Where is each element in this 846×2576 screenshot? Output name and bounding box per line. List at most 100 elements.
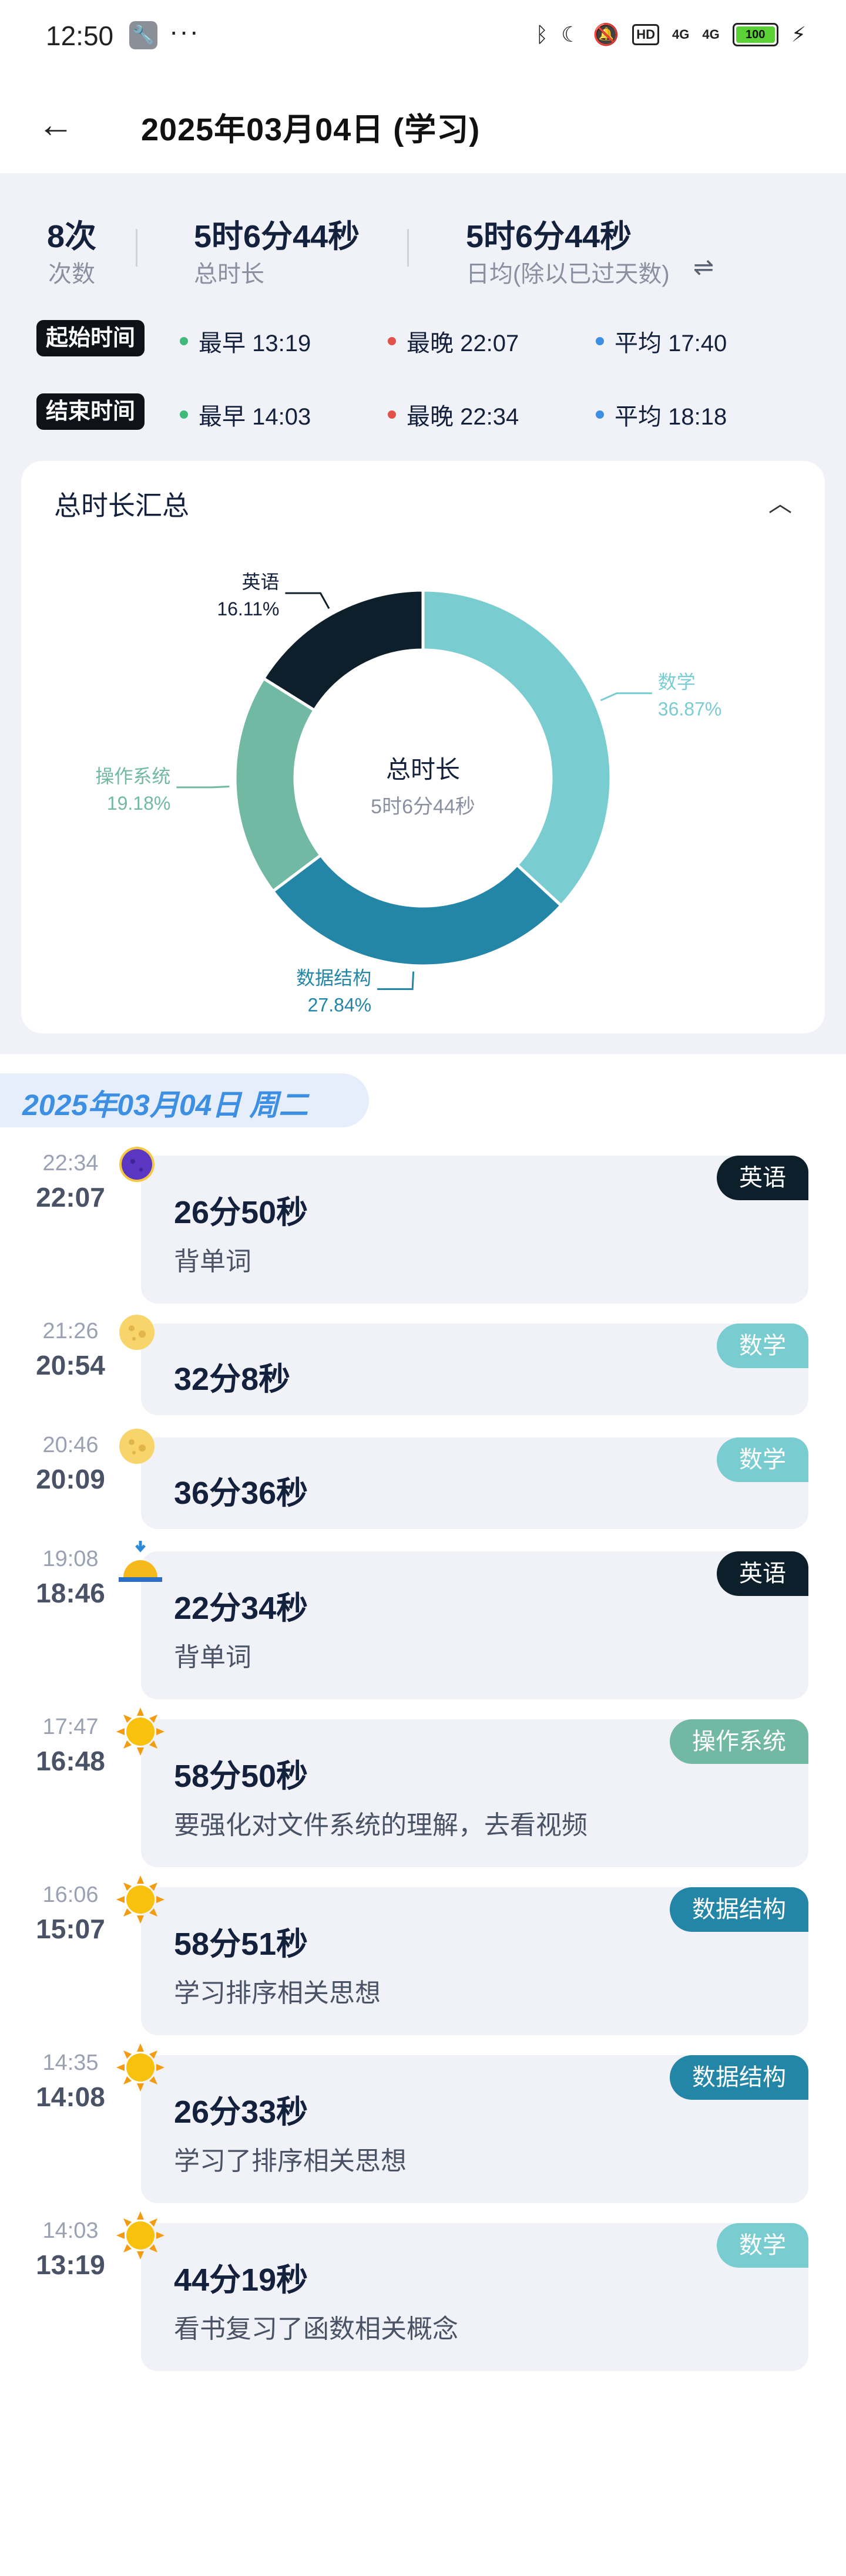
status-icons: ᛒ ☾ 🔕 HD 4G 4G 100 ⚡ (535, 22, 806, 47)
start-average-text: 平均 17:40 (615, 331, 727, 356)
subject-tag[interactable]: 数学 (717, 1324, 808, 1368)
subject-tag[interactable]: 数据结构 (670, 2055, 808, 2100)
sunset-icon (115, 1538, 166, 1589)
app-header: ← 2025年03月04日 (学习) (0, 76, 846, 173)
start-latest-text: 最晚 22:07 (407, 331, 519, 356)
end-time: 17:47 (42, 1715, 99, 1739)
swap-icon[interactable]: ⇌ (693, 252, 714, 281)
pie-slice-2[interactable] (233, 676, 323, 894)
leader-line-0 (600, 692, 652, 702)
pie-slice-0[interactable] (421, 588, 613, 908)
session-note: 背单词 (174, 1643, 251, 1672)
sun-icon (115, 1706, 166, 1757)
end-average: 平均 18:18 (596, 398, 727, 432)
divider (407, 229, 409, 267)
moon-icon: ☾ (561, 22, 580, 46)
end-time-tag: 结束时间 (36, 393, 145, 430)
session-card[interactable]: 58分51秒学习排序相关思想 数据结构 (141, 1887, 808, 2035)
blue-dot-icon (596, 337, 604, 345)
end-time: 14:03 (42, 2218, 99, 2243)
wrench-icon: 🔧 (129, 21, 157, 49)
green-dot-icon (180, 337, 188, 345)
session-note: 学习排序相关思想 (174, 1979, 381, 2008)
leader-line-3 (285, 592, 330, 610)
battery-level: 100 (736, 26, 775, 43)
date-header-text: 2025年03月04日 周二 (22, 1089, 308, 1122)
page-title: 2025年03月04日 (学习) (141, 112, 481, 147)
total-label: 总时长 (194, 261, 264, 287)
start-time: 20:09 (36, 1464, 105, 1494)
end-average-text: 平均 18:18 (615, 404, 727, 430)
end-time: 20:46 (42, 1433, 99, 1457)
start-time: 18:46 (36, 1578, 105, 1608)
session-card[interactable]: 36分36秒 数学 (141, 1437, 808, 1529)
start-earliest: 最早 13:19 (180, 324, 311, 358)
full-moon-icon (115, 1311, 166, 1361)
full-moon-icon (115, 1425, 166, 1475)
subject-tag[interactable]: 英语 (717, 1551, 808, 1596)
start-earliest-text: 最早 13:19 (199, 331, 311, 356)
sun-icon (115, 2042, 166, 2093)
session-duration: 44分19秒 (174, 2262, 308, 2298)
end-time: 14:35 (42, 2050, 99, 2075)
average-label: 日均(除以已过天数) (466, 261, 670, 287)
pie-slice-1[interactable] (271, 853, 563, 968)
slice-name-2: 操作系统 (95, 766, 170, 787)
start-time: 20:54 (36, 1350, 105, 1380)
average-value: 5时6分44秒 (466, 219, 632, 254)
clock: 12:50 (46, 21, 114, 51)
end-latest-text: 最晚 22:34 (407, 404, 519, 430)
bluetooth-icon: ᛒ (535, 22, 549, 46)
session-card[interactable]: 44分19秒 看书复习了函数相关概念 数学 (141, 2223, 808, 2371)
end-time: 21:26 (42, 1319, 99, 1343)
subject-tag[interactable]: 操作系统 (670, 1719, 808, 1764)
slice-percent-1: 27.84% (308, 995, 372, 1016)
red-dot-icon (388, 410, 396, 419)
session-card[interactable]: 26分50秒 背单词 英语 (141, 1156, 808, 1304)
start-average: 平均 17:40 (596, 324, 727, 358)
slice-name-1: 数据结构 (296, 968, 371, 989)
signal-icon-2: 4G (702, 27, 720, 42)
subject-tag[interactable]: 数学 (717, 2223, 808, 2268)
sun-icon (115, 1874, 166, 1925)
pie-slice-3[interactable] (261, 588, 425, 712)
session-card[interactable]: 32分8秒 数学 (141, 1324, 808, 1415)
count-label: 次数 (48, 261, 95, 287)
subject-tag[interactable]: 数学 (717, 1437, 808, 1482)
session-note: 学习了排序相关思想 (174, 2147, 407, 2176)
session-duration: 58分51秒 (174, 1927, 308, 1962)
blue-dot-icon (596, 410, 604, 419)
start-time: 22:07 (36, 1182, 105, 1213)
divider (136, 229, 137, 267)
slice-percent-2: 19.18% (107, 793, 171, 814)
hd-icon: HD (632, 24, 659, 45)
sun-icon (115, 2210, 166, 2261)
moon-icon (115, 1143, 166, 1193)
red-dot-icon (388, 337, 396, 345)
start-time: 16:48 (36, 1746, 105, 1776)
slice-name-0: 数学 (658, 672, 696, 693)
end-time: 19:08 (42, 1547, 99, 1571)
session-card[interactable]: 26分33秒 学习了排序相关思想 数据结构 (141, 2055, 808, 2203)
donut-center-value: 5时6分44秒 (371, 796, 475, 818)
leader-line-1 (377, 971, 415, 991)
subject-tag[interactable]: 数据结构 (670, 1887, 808, 1932)
end-earliest: 最早 14:03 (180, 398, 311, 432)
end-time: 16:06 (42, 1883, 99, 1907)
session-duration: 26分50秒 (174, 1195, 308, 1230)
mute-bell-icon: 🔕 (593, 22, 620, 46)
total-value: 5时6分44秒 (194, 219, 360, 254)
slice-name-3: 英语 (241, 571, 279, 592)
session-duration: 32分8秒 (174, 1362, 291, 1397)
charging-icon: ⚡ (791, 22, 806, 46)
more-dots: ··· (169, 16, 200, 46)
back-arrow-icon[interactable]: ← (38, 105, 74, 146)
subject-tag[interactable]: 英语 (717, 1156, 808, 1200)
session-card[interactable]: 22分34秒 背单词 英语 (141, 1551, 808, 1699)
donut-center-title: 总时长 (386, 756, 460, 783)
date-header: 2025年03月04日 周二 (0, 1073, 369, 1127)
session-card[interactable]: 58分50秒 要强化对文件系统的理解，去看视频 操作系统 (141, 1719, 808, 1867)
session-note: 要强化对文件系统的理解，去看视频 (174, 1811, 588, 1840)
start-time: 14:08 (36, 2082, 105, 2112)
count-value: 8次 (47, 219, 97, 254)
